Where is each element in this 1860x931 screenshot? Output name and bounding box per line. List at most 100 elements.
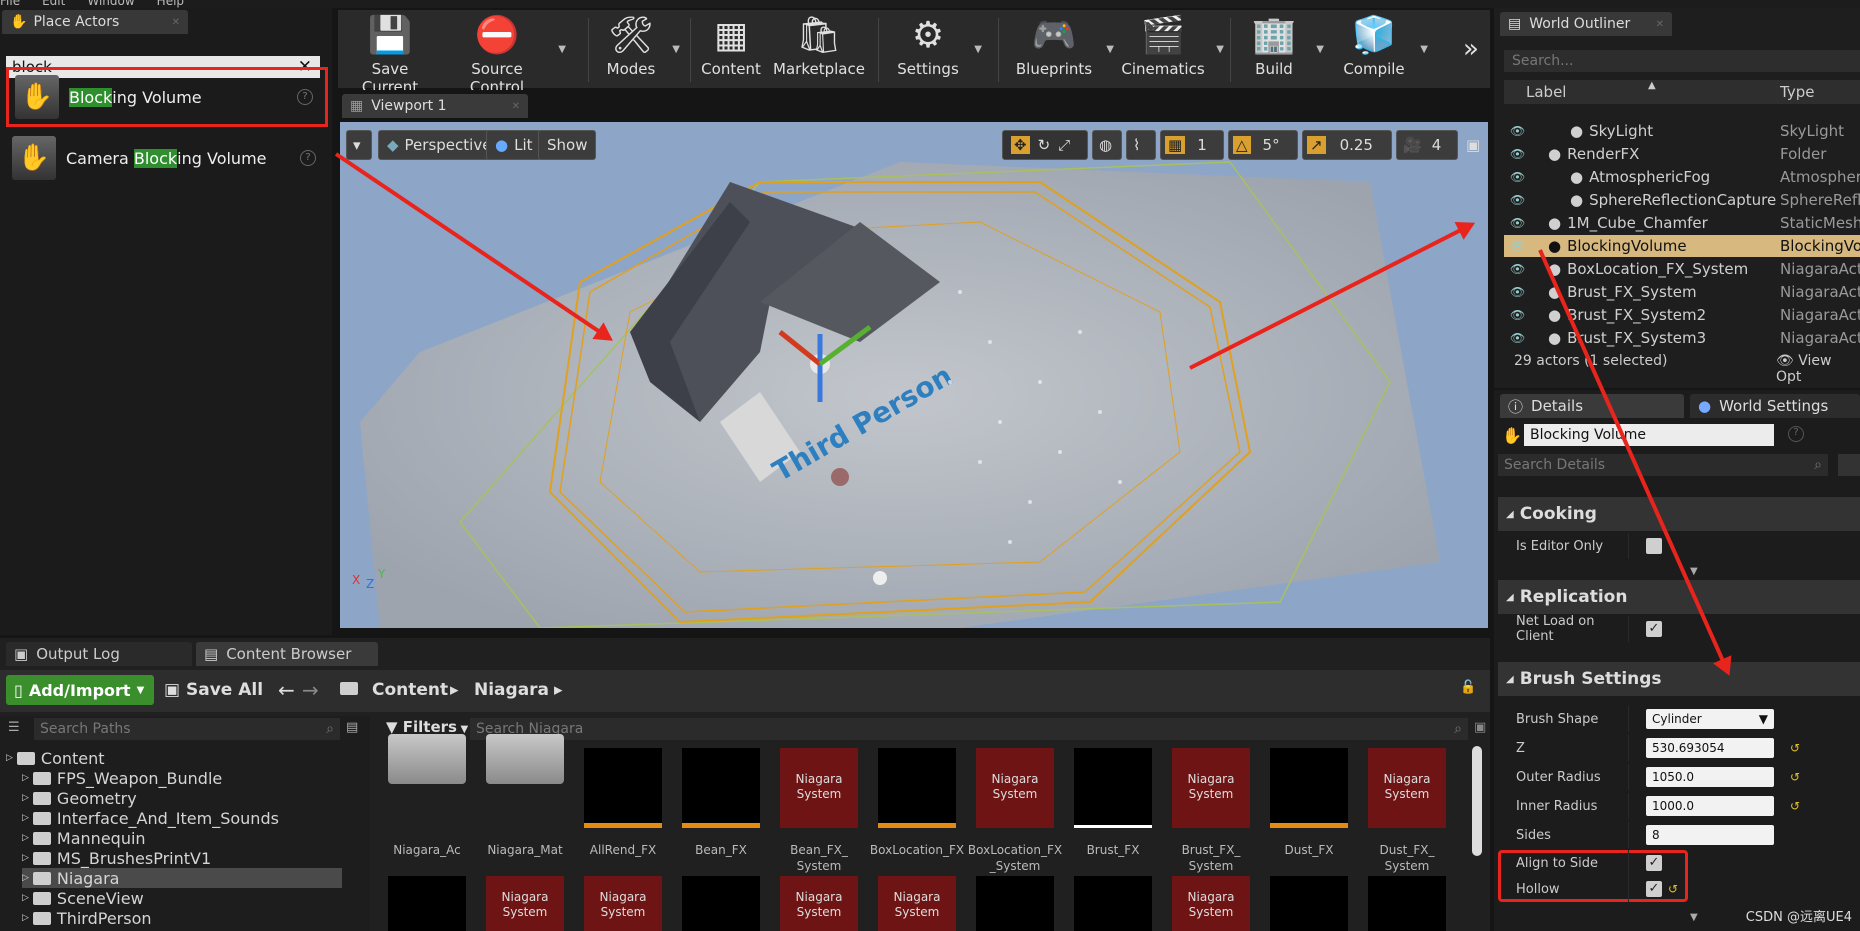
asset-tile[interactable]: [976, 876, 1054, 931]
world-outliner-tab[interactable]: ▤ World Outliner ✕: [1500, 12, 1672, 36]
expand-icon[interactable]: ▼: [1690, 566, 1698, 577]
align-to-side-checkbox[interactable]: ✓: [1646, 855, 1662, 871]
expand-icon[interactable]: ▼: [1690, 912, 1698, 923]
perspective-button[interactable]: ◆ Perspective: [378, 130, 501, 160]
path-tree-item[interactable]: ▷ Mannequin: [22, 828, 146, 848]
outliner-row[interactable]: 👁 ● BlockingVolume BlockingVo: [1504, 235, 1860, 257]
path-tree-item[interactable]: ▷ Content: [6, 748, 105, 768]
outliner-row[interactable]: 👁 ● 1M_Cube_Chamfer StaticMesh: [1504, 212, 1860, 234]
outliner-search-input[interactable]: Search...: [1504, 50, 1860, 72]
outer-radius-input[interactable]: 1050.0: [1646, 767, 1774, 787]
replication-section[interactable]: ◢ Replication: [1498, 580, 1860, 614]
surface-snap-button[interactable]: ⌇: [1126, 130, 1156, 160]
path-tree-item[interactable]: ▷ ThirdPerson: [22, 908, 152, 928]
outliner-row[interactable]: 👁 ● RenderFX Folder: [1504, 143, 1860, 165]
asset-tile[interactable]: Niagara System: [1172, 876, 1250, 931]
outliner-row[interactable]: 👁 ● Brust_FX_System2 NiagaraAct: [1504, 304, 1860, 326]
place-actors-tab[interactable]: ✋ Place Actors ✕: [2, 10, 188, 34]
more-icon[interactable]: »: [1458, 10, 1484, 88]
show-button[interactable]: Show: [538, 130, 597, 160]
eye-icon[interactable]: 👁: [1510, 262, 1526, 276]
grid-view-icon[interactable]: [1838, 454, 1860, 476]
menu-window[interactable]: Window: [87, 0, 134, 8]
asset-tile[interactable]: Niagara System: [878, 876, 956, 931]
asset-tile[interactable]: [584, 748, 662, 828]
asset-tile[interactable]: [1074, 748, 1152, 828]
add-import-button[interactable]: ▯ Add/Import ▼: [6, 675, 154, 705]
maximize-icon[interactable]: ▣: [1462, 130, 1484, 160]
asset-tile[interactable]: [682, 748, 760, 828]
cooking-section[interactable]: ◢ Cooking: [1498, 497, 1860, 531]
forward-icon[interactable]: →: [302, 678, 319, 702]
z-input[interactable]: 530.693054: [1646, 738, 1774, 758]
asset-tile[interactable]: [1074, 876, 1152, 931]
scale-snap-button[interactable]: ↗ 0.25: [1302, 130, 1392, 160]
inner-radius-input[interactable]: 1000.0: [1646, 796, 1774, 816]
asset-tile[interactable]: [878, 748, 956, 828]
outliner-row[interactable]: 👁●AtmosphericFogAtmospherFog: [1504, 166, 1860, 188]
path-view-icon[interactable]: ☰: [8, 720, 20, 735]
camera-speed-button[interactable]: 🎥 4: [1396, 130, 1458, 160]
asset-tile[interactable]: Niagara System: [976, 748, 1054, 828]
back-icon[interactable]: ←: [278, 678, 295, 702]
blueprints-button[interactable]: 🎮 Blueprints ▼: [1008, 10, 1114, 88]
eye-icon[interactable]: 👁: [1510, 239, 1526, 253]
reset-icon[interactable]: ↺: [1668, 882, 1678, 896]
cinematics-button[interactable]: 🎬 Cinematics ▼: [1116, 10, 1224, 88]
settings-button[interactable]: ⚙ Settings ▼: [888, 10, 982, 88]
asset-tile[interactable]: [1368, 876, 1446, 931]
content-button[interactable]: ▦ Content: [698, 10, 764, 88]
close-icon[interactable]: ✕: [512, 101, 520, 112]
path-options-icon[interactable]: ▤: [346, 720, 358, 735]
sides-input[interactable]: 8: [1646, 825, 1774, 845]
net-load-checkbox[interactable]: ✓: [1646, 621, 1662, 637]
expand-icon[interactable]: ▷: [22, 773, 29, 783]
breadcrumb-niagara[interactable]: Niagara: [474, 680, 549, 700]
outliner-row[interactable]: 👁 ● Brust_FX_System3 NiagaraAct: [1504, 327, 1860, 349]
type-column-header[interactable]: Type: [1780, 83, 1814, 101]
menu-file[interactable]: File: [0, 0, 20, 8]
asset-tile[interactable]: [682, 876, 760, 931]
place-item-blocking-volume[interactable]: ✋ Blocking Volume ?: [6, 67, 328, 127]
asset-tile[interactable]: [1270, 748, 1348, 828]
source-control-button[interactable]: ⛔ Source Control ▼: [442, 10, 566, 96]
asset-tile[interactable]: Niagara System: [1368, 748, 1446, 828]
viewport-options-button[interactable]: ▾: [346, 130, 372, 160]
close-icon[interactable]: ✕: [172, 17, 180, 28]
compile-button[interactable]: 🧊 Compile ▼: [1334, 10, 1428, 88]
actor-name-field[interactable]: Blocking Volume: [1524, 424, 1774, 446]
expand-icon[interactable]: ▷: [22, 793, 29, 803]
transform-tools[interactable]: ✥ ↻ ⤢: [1002, 130, 1088, 160]
content-browser-tab[interactable]: ▤ Content Browser: [196, 642, 378, 666]
breadcrumb-content[interactable]: Content: [372, 680, 448, 700]
path-tree-item[interactable]: ▷ MS_BrushesPrintV1: [22, 848, 211, 868]
asset-tile[interactable]: Niagara System: [780, 748, 858, 828]
rotation-snap-button[interactable]: △ 5°: [1228, 130, 1298, 160]
world-settings-tab[interactable]: ● World Settings: [1690, 394, 1860, 418]
build-button[interactable]: 🏢 Build ▼: [1238, 10, 1324, 88]
help-icon[interactable]: ?: [297, 89, 313, 105]
expand-icon[interactable]: ▷: [6, 753, 13, 763]
lit-button[interactable]: ● Lit: [486, 130, 542, 160]
marketplace-button[interactable]: 🛍 Marketplace: [772, 10, 866, 88]
eye-icon[interactable]: 👁: [1510, 147, 1526, 161]
save-search-icon[interactable]: ▣: [1474, 720, 1486, 735]
details-tab[interactable]: ⓘ Details: [1500, 394, 1684, 418]
expand-icon[interactable]: ▷: [22, 893, 29, 903]
asset-tile[interactable]: Niagara System: [584, 876, 662, 931]
path-tree-item[interactable]: ▷ SceneView: [22, 888, 144, 908]
is-editor-only-checkbox[interactable]: [1646, 538, 1662, 554]
path-tree-item[interactable]: ▷ Niagara: [22, 868, 342, 888]
outliner-row[interactable]: 👁 ● SphereReflectionCapture SphereRefl: [1504, 189, 1860, 211]
reset-icon[interactable]: ↺: [1790, 770, 1800, 784]
expand-icon[interactable]: ▷: [22, 873, 29, 883]
eye-icon[interactable]: 👁: [1510, 331, 1526, 345]
save-all-button[interactable]: ▣ Save All: [164, 680, 263, 700]
expand-icon[interactable]: ▷: [22, 813, 29, 823]
path-search-input[interactable]: Search Paths ⌕: [34, 718, 340, 740]
expand-icon[interactable]: ▷: [22, 833, 29, 843]
reset-icon[interactable]: ↺: [1790, 741, 1800, 755]
asset-tile[interactable]: Niagara System: [780, 876, 858, 931]
output-log-tab[interactable]: ▣ Output Log: [6, 642, 192, 666]
details-search-input[interactable]: Search Details ⌕: [1498, 454, 1828, 476]
